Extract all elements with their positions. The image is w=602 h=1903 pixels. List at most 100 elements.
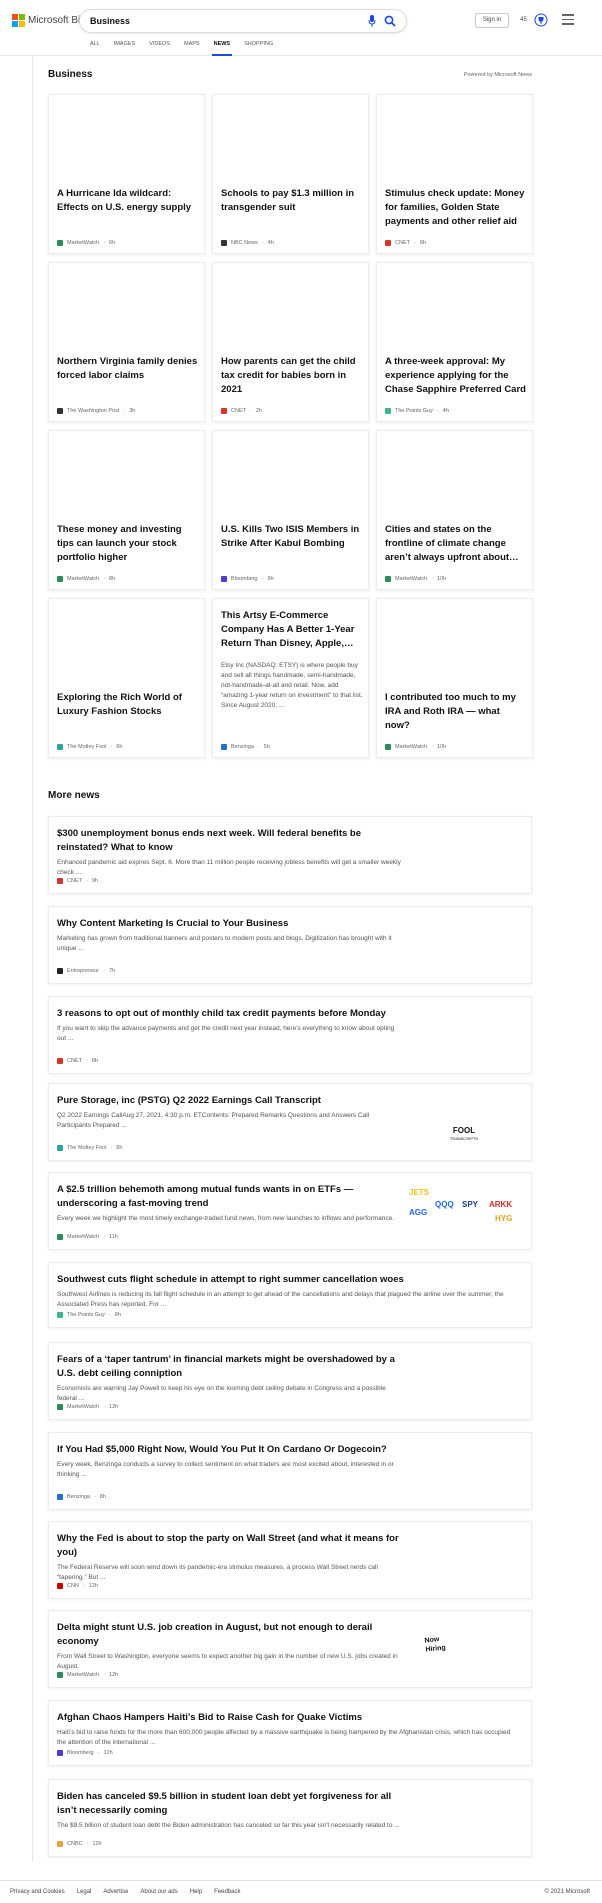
tab-shopping[interactable]: SHOPPING [244, 40, 287, 56]
footer-link-help[interactable]: Help [190, 1889, 202, 1895]
rail-flag-icon[interactable] [11, 155, 21, 165]
news-card-image[interactable] [213, 431, 370, 513]
more-news-title-link[interactable]: Afghan Chaos Hampers Haiti’s Bid to Rais… [57, 1711, 517, 1725]
news-card-title[interactable]: I contributed too much to my IRA and Rot… [385, 691, 527, 733]
news-card[interactable]: A Hurricane Ida wildcard: Effects on U.S… [48, 94, 205, 254]
news-card-image[interactable] [49, 95, 206, 177]
news-card[interactable]: Schools to pay $1.3 million in transgend… [212, 94, 369, 254]
more-news-item[interactable]: Southwest cuts flight schedule in attemp… [48, 1262, 532, 1328]
news-card-title[interactable]: Cities and states on the frontline of cl… [385, 523, 527, 565]
tab-images[interactable]: IMAGES [114, 40, 149, 56]
more-news-title-link[interactable]: 3 reasons to opt out of monthly child ta… [57, 1007, 402, 1021]
more-news-item[interactable]: Biden has canceled $9.5 billion in stude… [48, 1779, 532, 1857]
tab-videos[interactable]: VIDEOS [149, 40, 184, 56]
more-news-title-link[interactable]: Pure Storage, inc (PSTG) Q2 2022 Earning… [57, 1094, 402, 1108]
news-card[interactable]: U.S. Kills Two ISIS Members in Strike Af… [212, 430, 369, 590]
news-card-title[interactable]: U.S. Kills Two ISIS Members in Strike Af… [221, 523, 363, 551]
more-news-item[interactable]: Why Content Marketing Is Crucial to Your… [48, 906, 532, 984]
rail-globe-icon[interactable] [11, 213, 21, 223]
news-card-title[interactable]: A Hurricane Ida wildcard: Effects on U.S… [57, 187, 199, 215]
tab-all[interactable]: ALL [90, 40, 114, 56]
more-news-thumbnail[interactable] [405, 825, 523, 887]
rail-home-icon[interactable] [11, 97, 21, 107]
news-card[interactable]: A three-week approval: My experience app… [376, 262, 533, 422]
more-news-thumbnail[interactable] [405, 1788, 523, 1850]
rail-tv-icon[interactable] [11, 300, 21, 310]
news-card-image[interactable] [213, 95, 370, 177]
more-news-item[interactable]: Why the Fed is about to stop the party o… [48, 1521, 532, 1599]
more-news-thumbnail[interactable] [405, 915, 523, 977]
news-card-image[interactable] [377, 431, 534, 513]
more-news-item[interactable]: 3 reasons to opt out of monthly child ta… [48, 996, 532, 1074]
news-card[interactable]: How parents can get the child tax credit… [212, 262, 369, 422]
footer-link-privacy-and-cookies[interactable]: Privacy and Cookies [10, 1889, 65, 1895]
hamburger-menu-icon[interactable] [562, 14, 574, 25]
news-card-image[interactable] [49, 263, 206, 345]
more-news-thumbnail[interactable]: FOOL TRANSCRIPTS [405, 1092, 523, 1154]
search-icon[interactable] [384, 15, 396, 27]
rail-rocket-icon[interactable] [11, 271, 21, 281]
more-news-item[interactable]: If You Had $5,000 Right Now, Would You P… [48, 1432, 532, 1510]
microphone-icon[interactable] [368, 15, 376, 27]
more-news-item[interactable]: A $2.5 trillion behemoth among mutual fu… [48, 1172, 532, 1250]
more-news-thumbnail[interactable] [405, 1441, 523, 1503]
more-news-title-link[interactable]: A $2.5 trillion behemoth among mutual fu… [57, 1183, 402, 1211]
news-card-title[interactable]: A three-week approval: My experience app… [385, 355, 527, 397]
news-card-title[interactable]: Stimulus check update: Money for familie… [385, 187, 527, 229]
sign-in-button[interactable]: Sign in [475, 13, 509, 28]
more-news-title-link[interactable]: Southwest cuts flight schedule in attemp… [57, 1273, 517, 1287]
news-card-title[interactable]: Schools to pay $1.3 million in transgend… [221, 187, 363, 215]
rail-map-pin-icon[interactable] [11, 184, 21, 194]
separator-dot: · [257, 744, 260, 750]
more-news-thumbnail[interactable]: QQQ SPY ARKK HYG JETS AGG [405, 1181, 523, 1243]
more-news-title-link[interactable]: Fears of a ‘taper tantrum’ in financial … [57, 1353, 402, 1381]
more-news-thumbnail[interactable] [405, 1351, 523, 1413]
news-card[interactable]: This Artsy E-Commerce Company Has A Bett… [212, 598, 369, 758]
rewards-count[interactable]: 45 [520, 17, 527, 23]
search-input[interactable] [90, 14, 350, 28]
news-card[interactable]: Cities and states on the frontline of cl… [376, 430, 533, 590]
rail-microscope-icon[interactable] [11, 242, 21, 252]
more-news-item[interactable]: Afghan Chaos Hampers Haiti’s Bid to Rais… [48, 1700, 532, 1766]
rail-money-icon[interactable] [11, 358, 21, 368]
news-card-title[interactable]: Exploring the Rich World of Luxury Fashi… [57, 691, 199, 719]
footer-link-advertise[interactable]: Advertise [103, 1889, 128, 1895]
rail-compass-icon[interactable] [11, 126, 21, 136]
news-card[interactable]: Industry Focus A MOTLEY FOOL PODCAST Explo… [48, 598, 205, 758]
more-news-item[interactable]: Pure Storage, inc (PSTG) Q2 2022 Earning… [48, 1083, 532, 1161]
news-card-image[interactable] [377, 599, 534, 681]
more-news-item[interactable]: Delta might stunt U.S. job creation in A… [48, 1610, 532, 1688]
more-news-title-link[interactable]: $300 unemployment bonus ends next week. … [57, 827, 402, 855]
footer-link-about-our-ads[interactable]: About our ads [140, 1889, 177, 1895]
news-card-title[interactable]: These money and investing tips can launc… [57, 523, 199, 565]
news-card[interactable]: Stimulus check update: Money for familie… [376, 94, 533, 254]
more-news-thumbnail[interactable] [405, 1530, 523, 1592]
more-news-item[interactable]: $300 unemployment bonus ends next week. … [48, 816, 532, 894]
news-card-title[interactable]: How parents can get the child tax credit… [221, 355, 363, 397]
news-card[interactable]: Northern Virginia family denies forced l… [48, 262, 205, 422]
news-card[interactable]: I contributed too much to my IRA and Rot… [376, 598, 533, 758]
rewards-trophy-icon[interactable] [534, 13, 548, 27]
footer-link-legal[interactable]: Legal [77, 1889, 92, 1895]
tab-maps[interactable]: MAPS [184, 40, 214, 56]
news-card-title[interactable]: This Artsy E-Commerce Company Has A Bett… [221, 609, 363, 651]
news-card-image[interactable]: Industry Focus A MOTLEY FOOL PODCAST [49, 599, 206, 681]
news-card-image[interactable] [377, 95, 534, 177]
news-card-image[interactable] [213, 263, 370, 345]
more-news-title-link[interactable]: Biden has canceled $9.5 billion in stude… [57, 1790, 402, 1818]
more-news-thumbnail[interactable]: Now Hiring [405, 1619, 523, 1681]
news-card-image[interactable] [377, 263, 534, 345]
more-news-title-link[interactable]: Why the Fed is about to stop the party o… [57, 1532, 402, 1560]
footer-link-feedback[interactable]: Feedback [214, 1889, 240, 1895]
more-news-thumbnail[interactable] [405, 1005, 523, 1067]
more-news-title-link[interactable]: If You Had $5,000 Right Now, Would You P… [57, 1443, 402, 1457]
rail-bank-icon[interactable] [11, 329, 21, 339]
more-news-title-link[interactable]: Why Content Marketing Is Crucial to Your… [57, 917, 402, 931]
news-card-title[interactable]: Northern Virginia family denies forced l… [57, 355, 199, 383]
news-card[interactable]: These money and investing tips can launc… [48, 430, 205, 590]
more-news-title-link[interactable]: Delta might stunt U.S. job creation in A… [57, 1621, 402, 1649]
rail-chevron-right-icon[interactable] [11, 68, 21, 78]
news-card-image[interactable] [49, 431, 206, 513]
tab-news[interactable]: NEWS [211, 40, 245, 56]
more-news-item[interactable]: Fears of a ‘taper tantrum’ in financial … [48, 1342, 532, 1420]
